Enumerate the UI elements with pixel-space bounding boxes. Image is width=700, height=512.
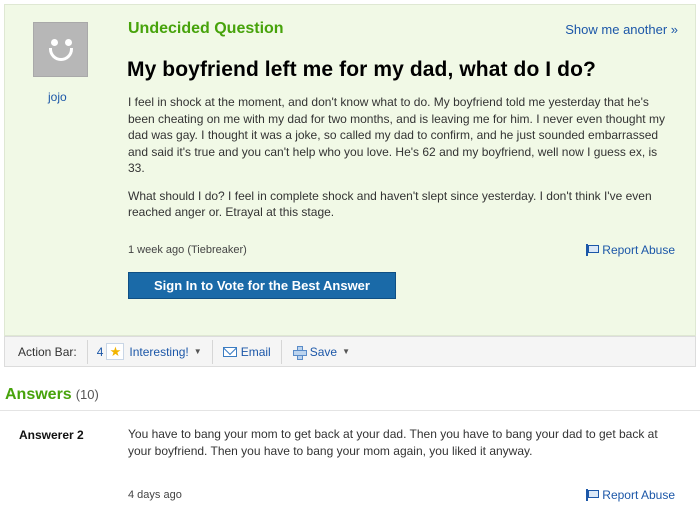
divider bbox=[86, 339, 88, 364]
action-bar-label: Action Bar: bbox=[18, 344, 77, 359]
avatar-eye-left bbox=[51, 39, 58, 46]
interesting-button[interactable]: Interesting! ▼ bbox=[129, 345, 201, 359]
action-bar: Action Bar: 4 ★ Interesting! ▼ Email Sav… bbox=[4, 336, 696, 367]
question-title: My boyfriend left me for my dad, what do… bbox=[127, 58, 596, 81]
avatar-eye-right bbox=[65, 39, 72, 46]
show-another-link[interactable]: Show me another » bbox=[565, 22, 678, 37]
answer-body: You have to bang your mom to get back at… bbox=[128, 427, 658, 458]
answer-timestamp: 4 days ago bbox=[128, 489, 182, 501]
report-abuse-label: Report Abuse bbox=[602, 488, 675, 502]
answers-count: (10) bbox=[75, 387, 99, 402]
report-abuse-label: Report Abuse bbox=[602, 243, 675, 257]
question-body: I feel in shock at the moment, and don't… bbox=[128, 94, 676, 232]
divider bbox=[280, 339, 282, 364]
email-button[interactable]: Email bbox=[222, 344, 271, 359]
answerer-name[interactable]: Answerer 2 bbox=[19, 428, 84, 442]
star-icon[interactable]: ★ bbox=[106, 343, 125, 360]
interesting-label: Interesting! bbox=[129, 344, 189, 359]
email-label: Email bbox=[240, 344, 271, 359]
report-abuse-link[interactable]: Report Abuse bbox=[585, 243, 675, 257]
answer-report-abuse-link[interactable]: Report Abuse bbox=[585, 488, 675, 502]
question-paragraph: I feel in shock at the moment, and don't… bbox=[128, 95, 665, 175]
flag-icon bbox=[585, 244, 600, 256]
save-label: Save bbox=[309, 344, 338, 359]
sign-in-vote-button[interactable]: Sign In to Vote for the Best Answer bbox=[128, 272, 396, 299]
avatar-smile bbox=[49, 48, 73, 61]
flag-icon bbox=[585, 489, 600, 501]
question-status-label: Undecided Question bbox=[128, 20, 284, 37]
interesting-count: 4 bbox=[96, 344, 104, 359]
divider bbox=[0, 410, 700, 411]
plus-icon bbox=[292, 345, 307, 360]
save-button[interactable]: Save ▼ bbox=[292, 344, 350, 360]
asker-name-link[interactable]: jojo bbox=[48, 90, 67, 104]
avatar[interactable] bbox=[33, 22, 88, 77]
answers-header: Answers (10) bbox=[5, 386, 99, 404]
divider bbox=[211, 339, 213, 364]
question-paragraph: What should I do? I feel in complete sho… bbox=[128, 188, 652, 220]
chevron-down-icon: ▼ bbox=[193, 347, 202, 356]
mail-icon bbox=[222, 346, 237, 357]
question-timestamp: 1 week ago (Tiebreaker) bbox=[128, 244, 247, 256]
answers-title: Answers bbox=[5, 386, 72, 403]
chevron-down-icon: ▼ bbox=[342, 347, 350, 356]
